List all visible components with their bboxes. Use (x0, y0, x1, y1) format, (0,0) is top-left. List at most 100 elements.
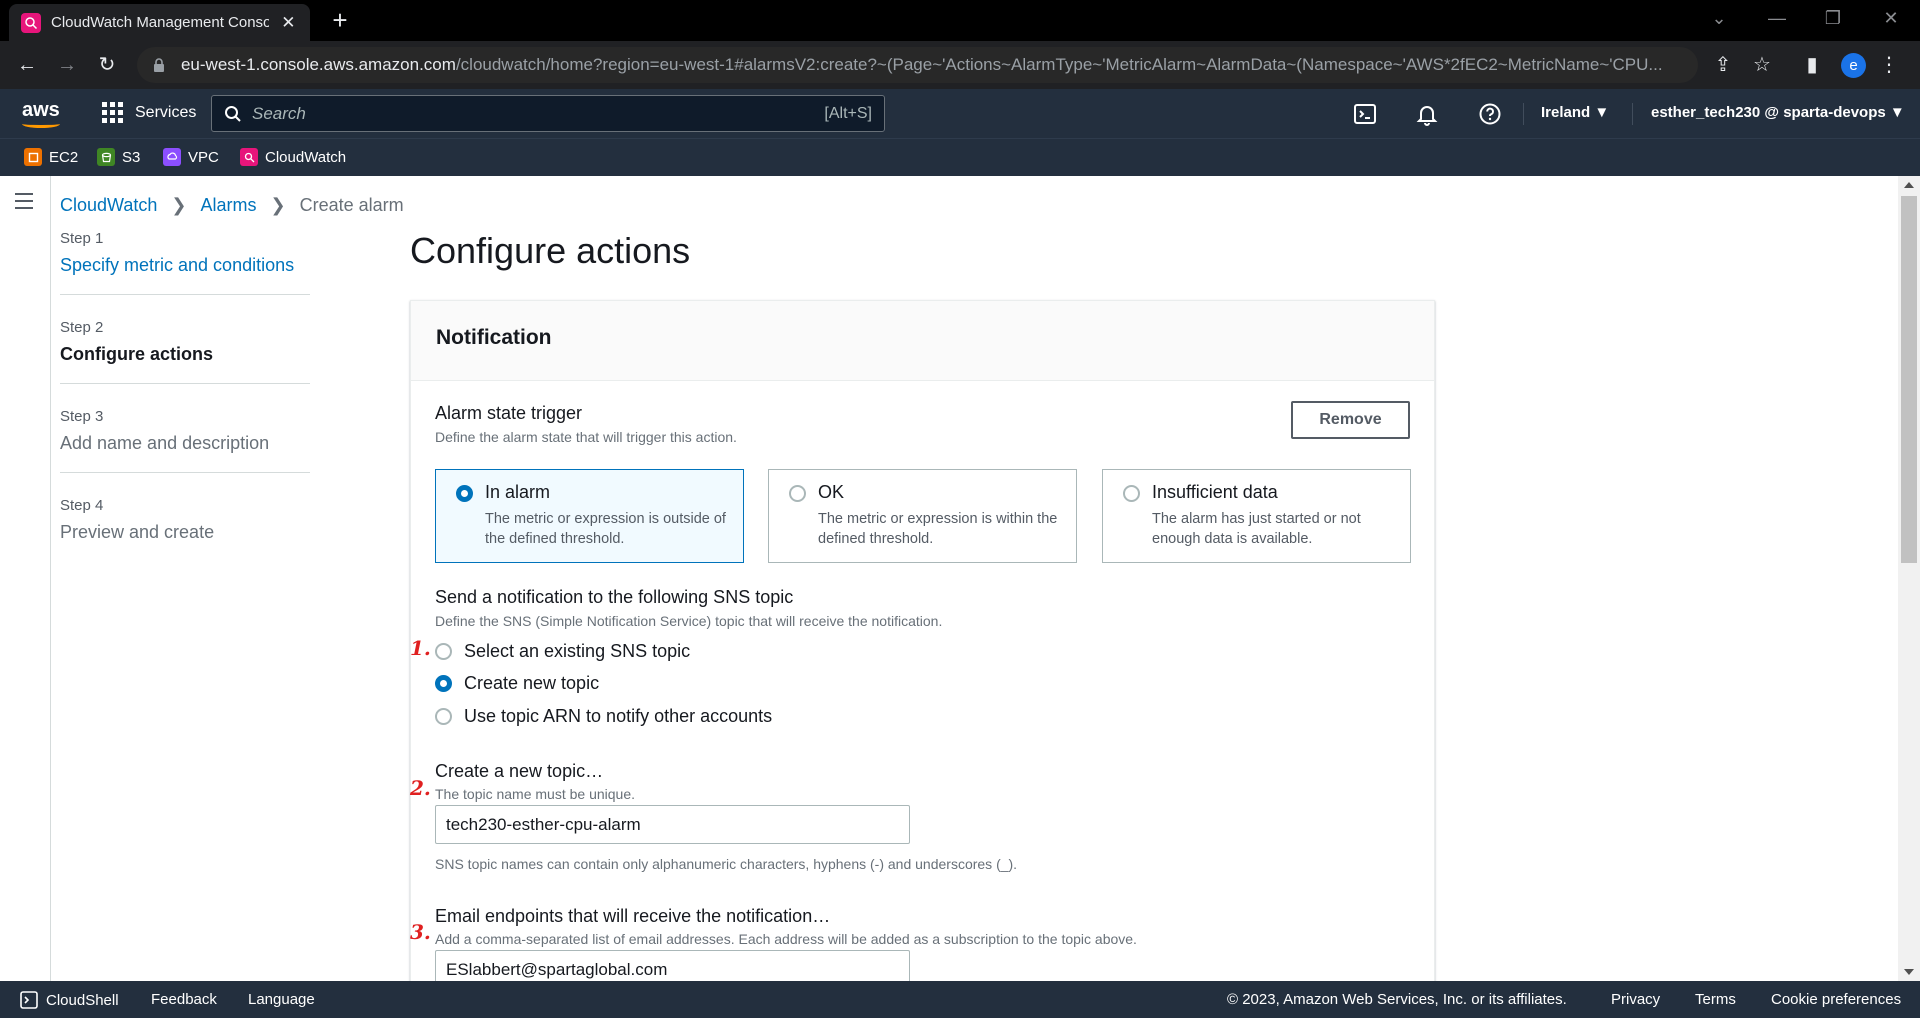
tab-search-icon[interactable]: ⌄ (1704, 8, 1734, 29)
footer-privacy[interactable]: Privacy (1611, 991, 1660, 1008)
favorite-s3[interactable]: S3 (97, 148, 140, 166)
radio-create-new-topic[interactable] (435, 675, 452, 692)
tile-ok[interactable]: OK The metric or expression is within th… (768, 469, 1077, 563)
services-label: Services (135, 103, 197, 121)
account-menu[interactable]: esther_tech230 @ sparta-devops ▼ (1651, 104, 1905, 121)
alarm-state-trigger-desc: Define the alarm state that will trigger… (435, 429, 737, 445)
option-topic-arn[interactable]: Use topic ARN to notify other accounts (435, 706, 772, 727)
console-footer: CloudShell Feedback Language © 2023, Ama… (0, 981, 1920, 1018)
breadcrumb-current: Create alarm (299, 195, 404, 215)
chevron-right-icon: ❯ (171, 195, 187, 215)
email-endpoints-input[interactable] (435, 950, 910, 981)
search-input[interactable]: Search [Alt+S] (211, 95, 885, 132)
page-title: Configure actions (410, 230, 691, 271)
footer-feedback[interactable]: Feedback (151, 991, 217, 1008)
scroll-down-icon[interactable] (1904, 969, 1914, 975)
favorite-ec2[interactable]: EC2 (24, 148, 78, 166)
step-3-label: Add name and description (60, 433, 270, 453)
tab-close-icon[interactable]: ✕ (279, 13, 298, 33)
cloudshell-icon[interactable] (1353, 102, 1377, 126)
footer-copyright: © 2023, Amazon Web Services, Inc. or its… (1227, 991, 1567, 1008)
step-4: Step 4 Preview and create (60, 497, 310, 561)
new-topic-label: Create a new topic… (435, 761, 604, 781)
wizard-steps: Step 1 Specify metric and conditions Ste… (60, 230, 310, 585)
radio-topic-arn[interactable] (435, 708, 452, 725)
cloudshell-icon (20, 991, 38, 1009)
restore-window-icon[interactable]: ❐ (1818, 8, 1848, 29)
menu-kebab-icon[interactable]: ⋮ (1876, 52, 1902, 78)
footer-cookie-preferences[interactable]: Cookie preferences (1771, 991, 1901, 1008)
breadcrumb: CloudWatch ❯ Alarms ❯ Create alarm (60, 195, 404, 216)
back-icon[interactable]: ← (14, 52, 40, 78)
s3-icon (97, 148, 115, 166)
tile-insufficient-data[interactable]: Insufficient data The alarm has just sta… (1102, 469, 1411, 563)
favorites-bar: EC2 S3 VPC CloudWatch (0, 138, 1920, 176)
email-endpoints-label: Email endpoints that will receive the no… (435, 906, 831, 926)
email-endpoints-desc: Add a comma-separated list of email addr… (435, 931, 1137, 947)
bookmark-star-icon[interactable]: ☆ (1749, 52, 1775, 78)
url-text: eu-west-1.console.aws.amazon.com/cloudwa… (180, 55, 1663, 74)
footer-language[interactable]: Language (248, 991, 315, 1008)
help-icon[interactable] (1478, 102, 1502, 126)
breadcrumb-alarms[interactable]: Alarms (200, 195, 256, 216)
radio-existing-topic[interactable] (435, 643, 452, 660)
footer-cloudshell[interactable]: CloudShell (20, 991, 119, 1009)
close-window-icon[interactable]: ✕ (1876, 8, 1906, 29)
left-rail (0, 176, 51, 981)
reload-icon[interactable]: ↻ (94, 52, 120, 78)
sns-topic-desc: Define the SNS (Simple Notification Serv… (435, 613, 943, 629)
favorite-cloudwatch[interactable]: CloudWatch (240, 148, 346, 166)
radio-insufficient-data[interactable] (1123, 485, 1140, 502)
browser-tab[interactable]: CloudWatch Management Conso ✕ (9, 4, 310, 41)
address-bar[interactable]: eu-west-1.console.aws.amazon.com/cloudwa… (137, 47, 1698, 83)
lock-icon (153, 58, 164, 72)
region-selector[interactable]: Ireland ▼ (1541, 104, 1609, 121)
tile-in-alarm[interactable]: In alarm The metric or expression is out… (435, 469, 744, 563)
favorite-vpc[interactable]: VPC (163, 148, 219, 166)
tab-title: CloudWatch Management Conso (51, 14, 269, 31)
chevron-right-icon: ❯ (270, 195, 286, 215)
main-content: CloudWatch ❯ Alarms ❯ Create alarm Step … (0, 176, 1920, 981)
option-existing-topic[interactable]: Select an existing SNS topic (435, 641, 690, 662)
breadcrumb-cloudwatch[interactable]: CloudWatch (60, 195, 157, 216)
annotation-3: 3. (410, 920, 431, 944)
radio-in-alarm[interactable] (456, 485, 473, 502)
step-1-link[interactable]: Specify metric and conditions (60, 255, 310, 276)
aws-logo[interactable]: aws (22, 99, 60, 122)
new-tab-icon[interactable]: + (326, 6, 354, 34)
browser-toolbar: ← → ↻ eu-west-1.console.aws.amazon.com/c… (0, 41, 1920, 89)
topic-name-hint: SNS topic names can contain only alphanu… (435, 856, 1018, 872)
share-icon[interactable]: ⇪ (1710, 52, 1736, 78)
topic-name-input[interactable] (435, 805, 910, 844)
annotation-2: 2. (410, 776, 431, 800)
search-placeholder: Search (252, 103, 306, 123)
services-menu-button[interactable]: Services (102, 102, 196, 123)
browser-tab-strip: CloudWatch Management Conso ✕ + ⌄ — ❐ ✕ (0, 0, 1920, 41)
step-2-label: Configure actions (60, 344, 214, 364)
sns-topic-label: Send a notification to the following SNS… (435, 587, 794, 607)
hamburger-menu-icon[interactable] (15, 193, 33, 214)
alarm-state-trigger-label: Alarm state trigger (435, 403, 583, 423)
forward-icon[interactable]: → (54, 52, 80, 78)
minimize-window-icon[interactable]: — (1762, 8, 1792, 29)
step-4-label: Preview and create (60, 522, 215, 542)
step-1: Step 1 Specify metric and conditions (60, 230, 310, 295)
ec2-icon (24, 148, 42, 166)
remove-button[interactable]: Remove (1291, 401, 1410, 439)
step-3: Step 3 Add name and description (60, 408, 310, 473)
scroll-up-icon[interactable] (1904, 182, 1914, 188)
cloudwatch-favicon-icon (21, 12, 41, 33)
aws-top-nav: aws Services Search [Alt+S] Ireland ▼ es… (0, 89, 1920, 138)
scrollbar-thumb[interactable] (1901, 196, 1917, 563)
option-create-new-topic[interactable]: Create new topic (435, 673, 599, 694)
new-topic-desc: The topic name must be unique. (435, 786, 636, 802)
aws-logo-smile (22, 120, 60, 128)
vpc-icon (163, 148, 181, 166)
profile-avatar[interactable]: e (1841, 53, 1866, 78)
side-panel-icon[interactable]: ▮ (1799, 52, 1825, 78)
vertical-scrollbar[interactable] (1898, 176, 1920, 981)
notifications-bell-icon[interactable] (1415, 102, 1439, 126)
radio-ok[interactable] (789, 485, 806, 502)
annotation-1: 1. (410, 636, 431, 660)
footer-terms[interactable]: Terms (1695, 991, 1736, 1008)
